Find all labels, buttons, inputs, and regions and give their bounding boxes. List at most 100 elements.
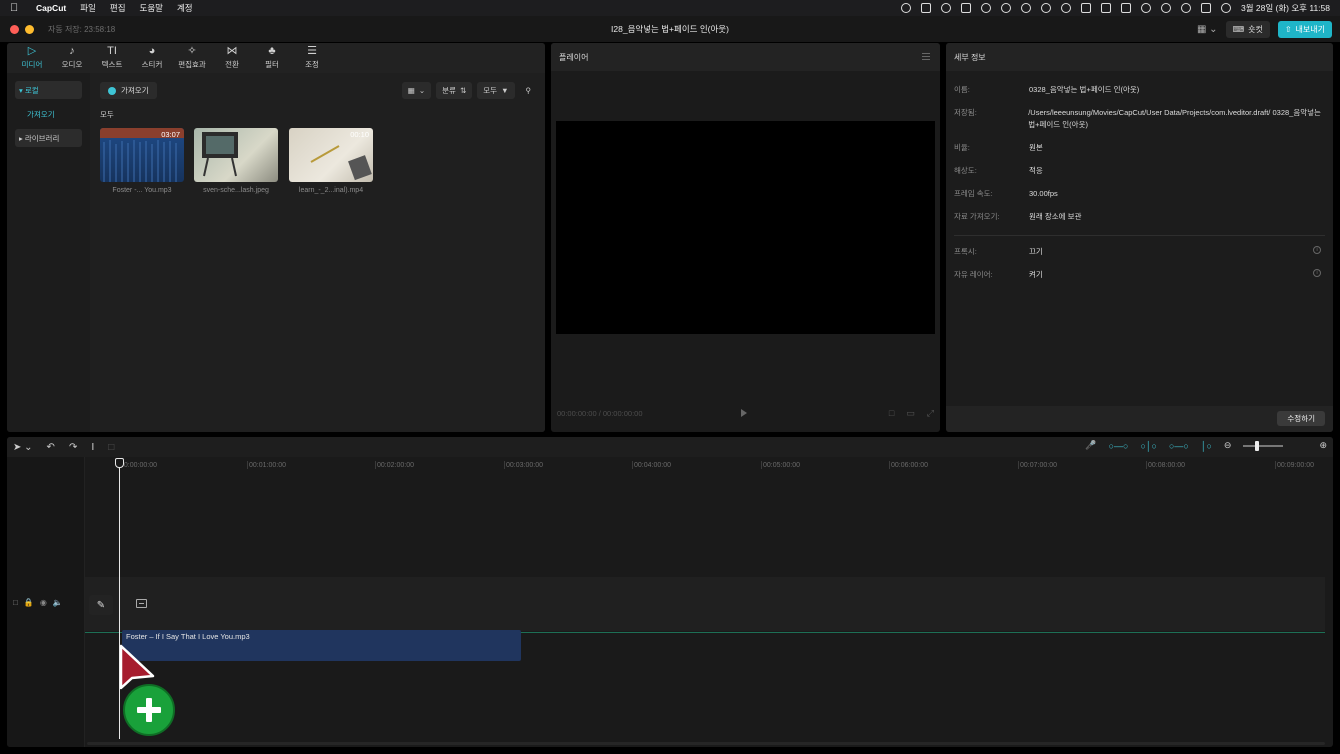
track-cover-icon[interactable]: □ [13,598,18,607]
preview-axis-icon[interactable]: │○ [1201,441,1212,451]
status-app-icon[interactable] [920,3,931,13]
layout-icon[interactable]: ▦ ⌄ [1197,24,1218,35]
media-thumb-video[interactable]: 00:10 [289,128,373,182]
export-label: 내보내기 [1295,25,1325,34]
search-button[interactable]: ⚲ [520,82,538,99]
import-button[interactable]: 가져오기 [100,82,157,99]
playhead-handle[interactable] [115,458,124,468]
sort-button[interactable]: 분류 ⇅ [436,82,473,99]
volume-icon[interactable] [1080,3,1091,13]
main-video-track[interactable] [85,577,1325,631]
input-source-icon[interactable] [1100,3,1111,13]
audio-clip[interactable]: Foster – If I Say That I Love You.mp3 [122,630,521,661]
play-icon[interactable] [741,409,747,417]
detail-key: 이름: [954,85,970,94]
speaker-icon[interactable]: 🔈 [53,598,63,607]
control-center-icon[interactable] [1200,3,1211,13]
sidebar-item-import[interactable]: 가져오기 [15,105,82,123]
edit-cover-button[interactable]: ✎ [89,595,113,615]
battery-icon[interactable] [1120,3,1131,13]
detail-row: 저장됨: /Users/leeeunsung/Movies/CapCut/User… [954,107,1325,131]
media-thumb-audio[interactable]: 03:07 [100,128,184,182]
siri-icon[interactable] [1220,3,1231,13]
menu-account[interactable]: 계정 [177,2,193,14]
detail-row-free-layer: 자유 레이어: 켜기 i [954,269,1325,281]
linkage-icon[interactable]: ○—○ [1169,441,1189,451]
media-name: Foster -... You.mp3 [112,187,172,194]
play-icon[interactable] [1060,3,1071,13]
zoom-out-icon[interactable]: ⊖ [1224,440,1232,451]
magnet-link-icon[interactable]: ○—○ [1109,441,1129,451]
audio-clip-label: Foster – If I Say That I Love You.mp3 [126,632,250,641]
search-icon[interactable] [1180,3,1191,13]
time-machine-icon[interactable] [1040,3,1051,13]
ruler-tick: 00:02:00:00 [375,461,414,469]
detail-value: 적응 [1029,166,1043,175]
export-button[interactable]: ⇧ 내보내기 [1277,21,1332,38]
zoom-slider[interactable] [1243,440,1284,451]
detail-key: 프록시: [954,247,977,256]
microphone-icon[interactable]: 🎤 [1085,440,1096,451]
detail-key: 해상도: [954,166,977,175]
ruler-tick: 00:05:00:00 [761,461,800,469]
tab-text[interactable]: TI 텍스트 [92,43,132,73]
status-app-icon[interactable] [1020,3,1031,13]
tab-media[interactable]: ▷ 미디어 [12,43,52,73]
media-thumb-image[interactable] [194,128,278,182]
minimize-window-icon[interactable] [25,24,34,34]
grid-icon: ▦ [407,86,415,95]
video-preview[interactable] [556,121,935,334]
menu-help[interactable]: 도움말 [140,2,163,14]
undo-icon[interactable]: ↶ [47,442,55,453]
plus-icon [108,86,116,95]
aspect-ratio-icon[interactable]: ▭ [906,408,915,419]
zoom-slider-handle[interactable] [1255,440,1260,451]
eye-icon[interactable]: ◉ [40,598,47,607]
playhead-line[interactable] [119,459,120,739]
delete-icon[interactable]: □ [108,442,114,453]
filter-button[interactable]: 모두 ▼ [477,82,515,99]
split-icon[interactable]: Ⅰ [91,442,94,453]
apple-icon[interactable]:  [10,2,22,14]
redo-icon[interactable]: ↷ [69,442,77,453]
sidebar-item-local[interactable]: ▾ 로컬 [15,81,82,99]
tab-effects[interactable]: ✧ 편집효과 [172,43,212,73]
tab-sticker[interactable]: ◕ 스티커 [132,43,172,73]
tab-adjust[interactable]: ☰ 조정 [292,43,332,73]
menu-icon[interactable] [922,53,930,60]
view-mode-button[interactable]: ▦ ⌄ [401,82,432,99]
status-app-icon[interactable] [960,3,971,13]
timeline-scrollbar[interactable] [87,742,1325,745]
time-ruler[interactable]: 00:00:00:00 00:01:00:00 00:02:00:00 00:0… [117,459,1333,473]
info-icon[interactable]: i [1313,246,1321,254]
detail-value: 끄기 [1029,247,1043,256]
zoom-in-icon[interactable]: ⊕ [1319,440,1327,451]
sidebar-item-library[interactable]: ▸ 라이브러리 [15,129,82,147]
menubar-clock[interactable]: 3월 28일 (화) 오후 11:58 [1241,2,1330,14]
status-app-icon[interactable] [940,3,951,13]
tab-filter[interactable]: ♣ 필터 [252,43,292,73]
status-app-icon[interactable] [980,3,991,13]
macos-menubar:  CapCut 파일 편집 도움말 계정 3월 28일 (화) 오후 11:5… [0,0,1340,16]
record-icon[interactable] [900,3,911,13]
bluetooth-icon[interactable] [1140,3,1151,13]
menu-app-name[interactable]: CapCut [36,3,66,13]
import-label: 가져오기 [121,86,149,95]
media-icon: ▷ [27,45,37,57]
fit-screen-icon[interactable]: □ [889,408,894,419]
menu-file[interactable]: 파일 [80,2,96,14]
fullscreen-icon[interactable]: ⤢ [927,408,934,419]
ruler-tick: 00:09:00:00 [1275,461,1314,469]
info-icon[interactable]: i [1313,269,1321,277]
shortcut-button[interactable]: ⌨ 숏컷 [1225,21,1270,38]
auto-snap-icon[interactable]: ○│○ [1140,441,1157,451]
wifi-icon[interactable] [1160,3,1171,13]
lock-icon[interactable]: 🔒 [24,598,34,607]
select-tool-icon[interactable]: ➤ ⌄ [13,442,33,453]
tab-audio[interactable]: ♪ 오디오 [52,43,92,73]
tab-transition[interactable]: ⋈ 전환 [212,43,252,73]
status-app-icon[interactable] [1000,3,1011,13]
menu-edit[interactable]: 편집 [110,2,126,14]
close-window-icon[interactable] [10,24,19,34]
modify-button[interactable]: 수정하기 [1277,411,1325,426]
